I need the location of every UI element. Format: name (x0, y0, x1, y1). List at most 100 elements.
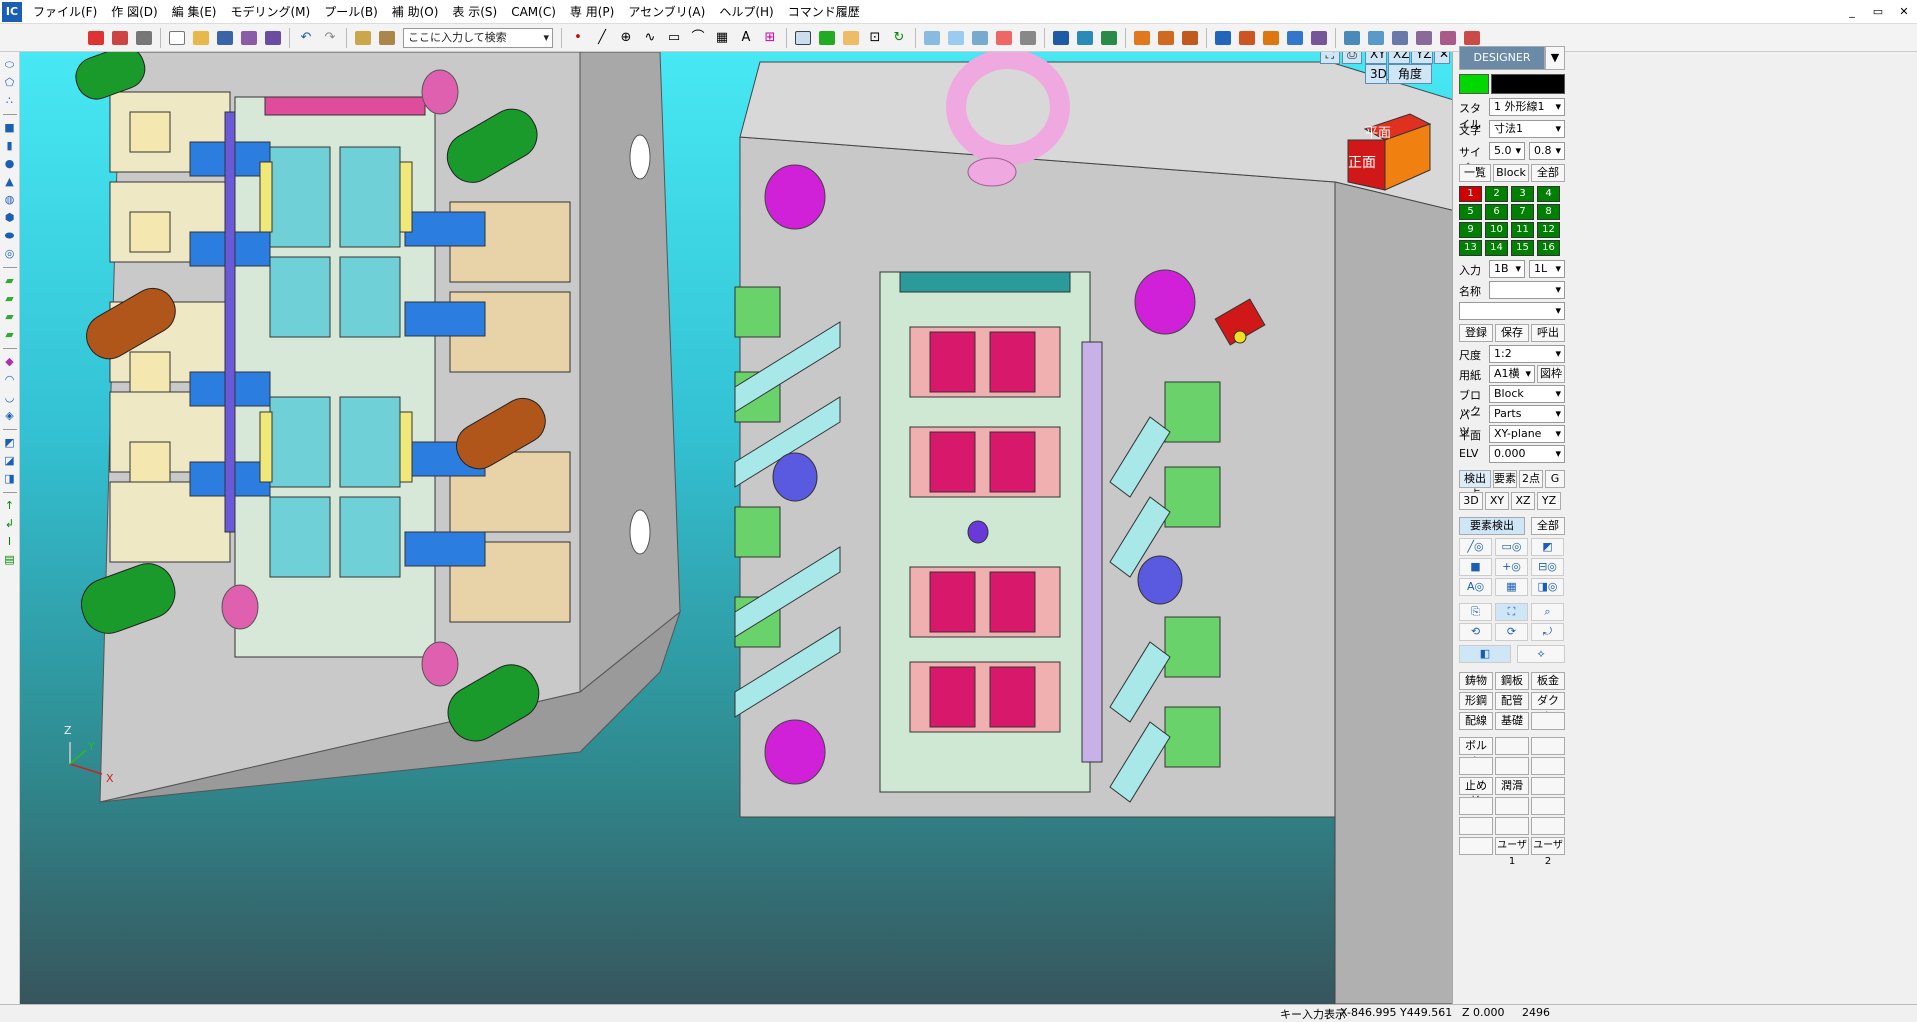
shade-orange-3-icon[interactable] (1179, 27, 1201, 49)
line-icon[interactable]: ╱ (591, 27, 613, 49)
dimension-icon[interactable]: ⊞ (759, 27, 781, 49)
name-input[interactable] (1459, 302, 1565, 320)
base-button[interactable]: 基礎 (1495, 712, 1529, 730)
tool-h-icon[interactable]: ⟡ (1517, 645, 1565, 663)
block-select[interactable]: Block (1489, 385, 1565, 403)
empty-button-7[interactable] (1531, 777, 1565, 795)
empty-button-14[interactable] (1459, 837, 1493, 855)
shade-orange-2-icon[interactable] (1155, 27, 1177, 49)
solid-box-icon[interactable]: ■ (2, 119, 18, 137)
face-3-icon[interactable]: ◨ (2, 470, 18, 488)
revolve-icon[interactable]: ▰ (2, 290, 18, 308)
view-angle-button[interactable]: 角度 (1388, 64, 1432, 84)
layer-5[interactable]: 5 (1459, 204, 1482, 220)
slide-button[interactable]: 潤滑 (1495, 777, 1529, 795)
menu-file[interactable]: ファイル(F) (26, 0, 104, 24)
frame-button[interactable]: 図枠 (1537, 365, 1565, 383)
layer-13[interactable]: 13 (1459, 240, 1482, 256)
detect-button[interactable]: 要素検出 (1459, 517, 1525, 535)
section-icon[interactable]: Ⅰ (2, 533, 18, 551)
element-button[interactable]: 要素 (1493, 470, 1517, 488)
solid-cylinder-icon[interactable]: ▮ (2, 137, 18, 155)
assembly-5-icon[interactable] (1437, 27, 1459, 49)
circle-center-icon[interactable]: ⊕ (615, 27, 637, 49)
view-tool-3-icon[interactable] (969, 27, 991, 49)
points-icon[interactable]: ∴ (2, 92, 18, 110)
user1-button[interactable]: ユーザ1 (1495, 837, 1529, 867)
view-close-button[interactable]: ✕ (1434, 52, 1450, 64)
menu-view[interactable]: 表 示(S) (445, 0, 504, 24)
render-1-icon[interactable] (1212, 27, 1234, 49)
save-button[interactable]: 保存 (1495, 324, 1529, 342)
snap-xy-button[interactable]: XY (1485, 492, 1509, 510)
view-tool-1-icon[interactable] (921, 27, 943, 49)
face-2-icon[interactable]: ◪ (2, 452, 18, 470)
list-button[interactable]: 一覧 (1459, 164, 1491, 182)
detect-line-icon[interactable]: ╱◎ (1459, 538, 1492, 556)
solid-ring-icon[interactable]: ◎ (2, 245, 18, 263)
frame-icon[interactable]: ▤ (2, 551, 18, 569)
loft-icon[interactable]: ▰ (2, 326, 18, 344)
empty-button-9[interactable] (1495, 797, 1529, 815)
empty-button-8[interactable] (1459, 797, 1493, 815)
layer-10[interactable]: 10 (1485, 222, 1508, 238)
face-1-icon[interactable]: ◩ (2, 434, 18, 452)
input-select-2[interactable]: 1L (1529, 260, 1565, 278)
shade-green-icon[interactable] (1098, 27, 1120, 49)
assembly-3-icon[interactable] (1389, 27, 1411, 49)
detect-solid-icon[interactable]: ■ (1459, 558, 1492, 576)
user2-button[interactable]: ユーザ2 (1531, 837, 1565, 867)
empty-button-10[interactable] (1531, 797, 1565, 815)
extrude-icon[interactable]: ▰ (2, 272, 18, 290)
view-print-button[interactable]: ⎙ (1342, 52, 1362, 64)
layer-7[interactable]: 7 (1511, 204, 1534, 220)
steel-button[interactable]: 鋼板 (1495, 672, 1529, 690)
paper-select[interactable]: A1横 (1489, 365, 1535, 383)
menu-edit[interactable]: 編 集(E) (165, 0, 224, 24)
zoom-icon[interactable]: ⊡ (864, 27, 886, 49)
empty-button-4[interactable] (1459, 757, 1493, 775)
view-xz-button[interactable]: XZ (1388, 52, 1410, 64)
layer-12[interactable]: 12 (1537, 222, 1560, 238)
edit-tool-icon[interactable] (109, 27, 131, 49)
all-button[interactable]: 全部 (1531, 164, 1565, 182)
empty-button-1[interactable] (1531, 712, 1565, 730)
assembly-2-icon[interactable] (1365, 27, 1387, 49)
duct-button[interactable]: ダクト (1531, 692, 1565, 723)
sweep-icon[interactable]: ▰ (2, 308, 18, 326)
register-button[interactable]: 登録 (1459, 324, 1493, 342)
menu-modeling[interactable]: モデリング(M) (223, 0, 317, 24)
color-swatch[interactable] (1459, 74, 1489, 94)
detect-text-icon[interactable]: A◎ (1459, 578, 1492, 596)
minimize-button[interactable]: _ (1839, 1, 1865, 23)
shade-blue-icon[interactable] (1050, 27, 1072, 49)
designer-dropdown[interactable]: ▼ (1545, 46, 1565, 70)
tool-g-icon[interactable]: ◧ (1459, 645, 1511, 663)
detect-point-icon[interactable]: +◎ (1495, 558, 1528, 576)
view-fit-button[interactable]: ⛶ (1320, 52, 1340, 64)
assembly-1-icon[interactable] (1341, 27, 1363, 49)
empty-button-11[interactable] (1459, 817, 1493, 835)
view-yz-button[interactable]: YZ (1411, 52, 1433, 64)
tool-e-icon[interactable]: ⟳ (1495, 623, 1528, 641)
solid-torus-icon[interactable]: ◍ (2, 191, 18, 209)
undo-icon[interactable]: ↶ (295, 27, 317, 49)
layer-14[interactable]: 14 (1485, 240, 1508, 256)
hatch-icon[interactable]: ▦ (711, 27, 733, 49)
elv-select[interactable]: 0.000 (1489, 445, 1565, 463)
view-tool-2-icon[interactable] (945, 27, 967, 49)
menu-special[interactable]: 専 用(P) (563, 0, 621, 24)
size-select-2[interactable]: 0.8 (1529, 142, 1565, 160)
view-tool-4-icon[interactable] (993, 27, 1015, 49)
cast-button[interactable]: 鋳物 (1459, 672, 1493, 690)
empty-button-12[interactable] (1495, 817, 1529, 835)
wrench-icon[interactable] (133, 27, 155, 49)
restore-button[interactable]: ▭ (1865, 1, 1891, 23)
view-tool-5-icon[interactable] (1017, 27, 1039, 49)
text-select[interactable]: 寸法1 (1489, 120, 1565, 138)
layer-15[interactable]: 15 (1511, 240, 1534, 256)
menu-draw[interactable]: 作 図(D) (104, 0, 164, 24)
text-tool-icon[interactable]: A (735, 27, 757, 49)
layer-11[interactable]: 11 (1511, 222, 1534, 238)
shade-cyan-icon[interactable] (1074, 27, 1096, 49)
